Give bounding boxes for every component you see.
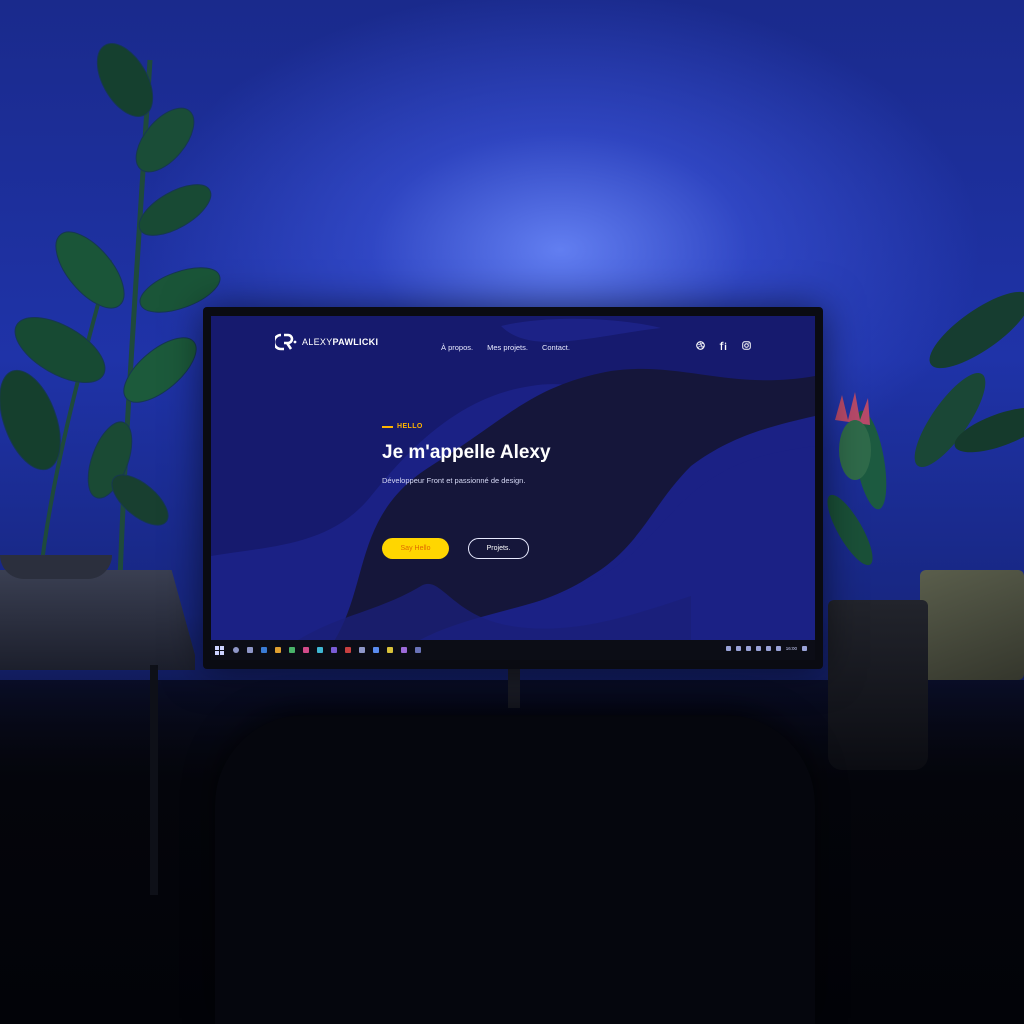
fiverr-icon[interactable] bbox=[718, 340, 729, 351]
instagram-icon[interactable] bbox=[741, 340, 752, 351]
tray-app-icon[interactable] bbox=[765, 646, 771, 651]
network-icon[interactable] bbox=[735, 646, 741, 651]
system-tray: 16:00 bbox=[725, 646, 807, 651]
tray-app-icon[interactable] bbox=[775, 646, 781, 651]
app-icon[interactable] bbox=[359, 647, 365, 653]
app-icon[interactable] bbox=[415, 647, 421, 653]
logo-text: ALEXYPAWLICKI bbox=[302, 337, 379, 347]
notifications-icon[interactable] bbox=[802, 646, 807, 651]
eyebrow-line bbox=[382, 425, 393, 428]
hero-title: Je m'appelle Alexy bbox=[382, 442, 551, 463]
windows-taskbar: 16:00 bbox=[211, 640, 815, 660]
chevron-up-icon[interactable] bbox=[725, 646, 731, 651]
nav-link-about[interactable]: À propos. bbox=[441, 343, 473, 352]
taskbar-apps bbox=[233, 647, 421, 653]
projects-button[interactable]: Projets. bbox=[468, 538, 529, 559]
search-icon[interactable] bbox=[233, 647, 239, 653]
app-icon[interactable] bbox=[345, 647, 351, 653]
chair-silhouette bbox=[215, 715, 815, 1024]
monitor: ALEXYPAWLICKI À propos. Mes projets. Con… bbox=[203, 307, 823, 669]
site-logo[interactable]: ALEXYPAWLICKI bbox=[275, 333, 378, 351]
logo-mark-icon bbox=[275, 333, 297, 351]
side-table bbox=[0, 570, 195, 670]
hero-section: HELLO Je m'appelle Alexy Développeur Fro… bbox=[382, 423, 582, 487]
hero-subtitle: Développeur Front et passionné de design… bbox=[382, 476, 526, 485]
battery-icon[interactable] bbox=[755, 646, 761, 651]
app-icon[interactable] bbox=[303, 647, 309, 653]
nav-link-projects[interactable]: Mes projets. bbox=[487, 343, 528, 352]
app-icon[interactable] bbox=[289, 647, 295, 653]
app-icon[interactable] bbox=[401, 647, 407, 653]
app-icon[interactable] bbox=[373, 647, 379, 653]
say-hello-button[interactable]: Say Hello bbox=[382, 538, 449, 559]
main-nav: À propos. Mes projets. Contact. bbox=[441, 343, 570, 352]
app-icon[interactable] bbox=[261, 647, 267, 653]
app-icon[interactable] bbox=[387, 647, 393, 653]
task-view-icon[interactable] bbox=[247, 647, 253, 653]
taskbar-clock[interactable]: 16:00 bbox=[786, 646, 797, 651]
eyebrow-text: HELLO bbox=[397, 423, 423, 430]
app-icon[interactable] bbox=[275, 647, 281, 653]
nav-link-contact[interactable]: Contact. bbox=[542, 343, 570, 352]
app-icon[interactable] bbox=[331, 647, 337, 653]
right-pot bbox=[828, 600, 928, 770]
volume-icon[interactable] bbox=[745, 646, 751, 651]
windows-start-icon[interactable] bbox=[215, 645, 224, 655]
side-table-leg bbox=[150, 665, 158, 895]
left-pot bbox=[0, 555, 112, 579]
dribbble-icon[interactable] bbox=[695, 340, 706, 351]
monitor-stand bbox=[508, 668, 520, 708]
social-links bbox=[695, 340, 752, 351]
right-box bbox=[920, 570, 1024, 680]
hero-buttons: Say Hello Projets. bbox=[382, 538, 529, 559]
wave-background bbox=[211, 316, 815, 660]
screen: ALEXYPAWLICKI À propos. Mes projets. Con… bbox=[211, 316, 815, 660]
site-header: ALEXYPAWLICKI À propos. Mes projets. Con… bbox=[211, 316, 815, 360]
hero-eyebrow: HELLO bbox=[382, 423, 582, 430]
app-icon[interactable] bbox=[317, 647, 323, 653]
